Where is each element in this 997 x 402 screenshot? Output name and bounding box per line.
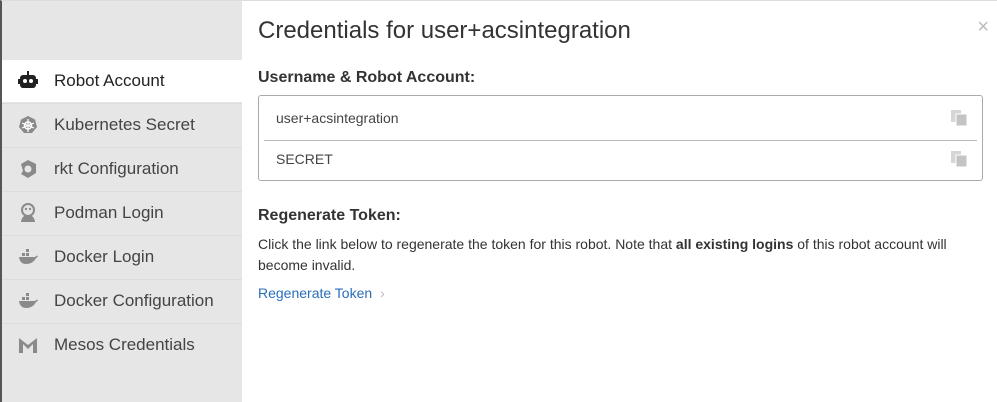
sidebar-item-kubernetes-secret[interactable]: Kubernetes Secret — [2, 103, 242, 145]
secret-value[interactable]: SECRET — [276, 151, 333, 167]
sidebar-item-robot-account[interactable]: Robot Account — [2, 60, 242, 102]
sidebar-item-label: Podman Login — [54, 202, 164, 222]
regenerate-heading: Regenerate Token: — [258, 207, 401, 224]
sidebar-item-rkt-configuration[interactable]: rkt Configuration — [2, 147, 242, 189]
sidebar-item-docker-configuration[interactable]: Docker Configuration — [2, 279, 242, 321]
close-icon[interactable]: × — [977, 17, 989, 37]
sidebar-item-docker-login[interactable]: Docker Login — [2, 235, 242, 277]
sidebar-item-label: Robot Account — [54, 71, 165, 90]
sidebar-item-podman-login[interactable]: Podman Login — [2, 191, 242, 233]
desc-bold-text: all existing logins — [675, 236, 794, 252]
desc-text: Click the link below to regenerate the t… — [258, 236, 676, 252]
credential-type-sidebar: Robot Account Kubernetes Secret rkt Conf… — [2, 1, 242, 402]
credentials-box: user+acsintegration SECRET — [258, 95, 983, 181]
podman-icon — [18, 202, 38, 223]
regenerate-description: Click the link below to regenerate the t… — [258, 234, 978, 276]
docker-icon — [18, 291, 38, 311]
rkt-icon — [18, 159, 38, 179]
docker-icon — [18, 247, 38, 267]
mesos-icon — [18, 335, 38, 355]
sidebar-item-mesos-credentials[interactable]: Mesos Credentials — [2, 323, 242, 365]
sidebar-item-label: Docker Configuration — [54, 290, 214, 310]
copy-icon[interactable] — [950, 150, 968, 168]
dialog-title: Credentials for user+acsintegration — [258, 17, 631, 44]
credentials-panel: Credentials for user+acsintegration × Us… — [242, 1, 997, 402]
copy-icon[interactable] — [950, 109, 968, 127]
regenerate-token-link[interactable]: Regenerate Token › — [258, 285, 385, 301]
secret-row: SECRET — [259, 138, 982, 180]
kubernetes-icon — [18, 115, 38, 135]
username-value[interactable]: user+acsintegration — [276, 110, 399, 126]
sidebar-item-label: Kubernetes Secret — [54, 114, 195, 134]
sidebar-item-label: rkt Configuration — [54, 158, 179, 178]
sidebar-item-label: Docker Login — [54, 246, 155, 266]
regenerate-token-label: Regenerate Token — [258, 285, 373, 301]
credentials-heading: Username & Robot Account: — [258, 69, 476, 86]
robot-icon — [18, 71, 38, 91]
sidebar-item-label: Mesos Credentials — [54, 334, 195, 354]
username-row: user+acsintegration — [259, 97, 982, 139]
chevron-right-icon: › — [380, 285, 385, 301]
